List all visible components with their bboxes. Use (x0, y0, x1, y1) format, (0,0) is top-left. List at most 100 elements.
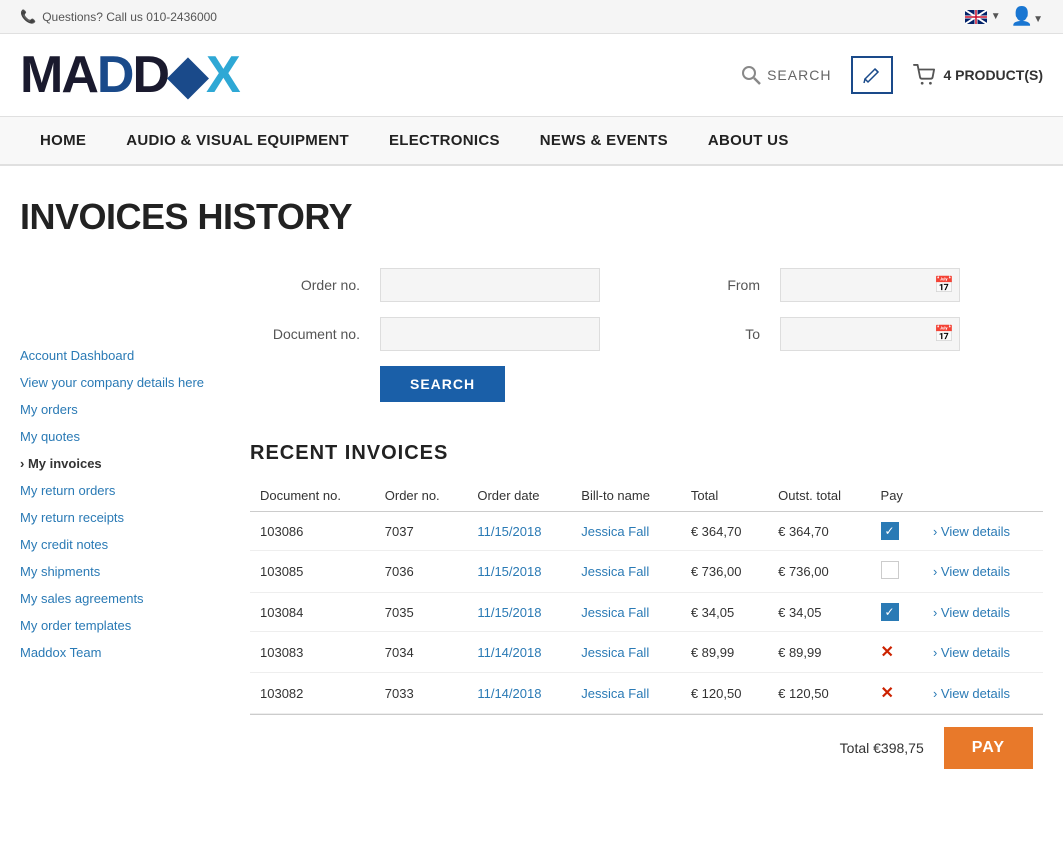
sidebar-item-company-details[interactable]: View your company details here (20, 375, 220, 390)
main-area: Order no. From 📅 Document no. To 📅 (250, 268, 1043, 781)
sidebar-item-account-dashboard[interactable]: Account Dashboard (20, 348, 220, 363)
cell-outst-total: € 89,99 (768, 632, 870, 673)
top-bar-left: 📞 Questions? Call us 010-2436000 (20, 9, 217, 25)
table-row: 103083 7034 11/14/2018 Jessica Fall € 89… (250, 632, 1043, 673)
cell-doc-no: 103084 (250, 593, 375, 632)
cell-total: € 89,99 (681, 632, 768, 673)
main-nav: HOME AUDIO & VISUAL EQUIPMENT ELECTRONIC… (0, 117, 1063, 166)
cell-total: € 736,00 (681, 551, 768, 593)
user-icon[interactable]: 👤▼ (1011, 6, 1043, 27)
sidebar-item-my-order-templates[interactable]: My order templates (20, 618, 220, 633)
cell-order-no: 7033 (375, 673, 468, 714)
sidebar-item-maddox-team[interactable]: Maddox Team (20, 645, 220, 660)
cell-view-link[interactable]: › View details (923, 593, 1043, 632)
cart-icon (913, 64, 935, 86)
search-label: SEARCH (767, 67, 831, 83)
to-calendar-icon[interactable]: 📅 (934, 324, 954, 344)
invoices-table-body: 103086 7037 11/15/2018 Jessica Fall € 36… (250, 512, 1043, 714)
view-details-link[interactable]: › View details (933, 524, 1010, 539)
cell-order-date: 11/14/2018 (467, 632, 571, 673)
to-label: To (650, 326, 760, 342)
document-no-label: Document no. (250, 326, 360, 342)
total-row: Total €398,75 PAY (250, 714, 1043, 781)
sidebar-item-my-sales-agreements[interactable]: My sales agreements (20, 591, 220, 606)
content-layout: Account Dashboard View your company deta… (20, 268, 1043, 781)
cell-doc-no: 103083 (250, 632, 375, 673)
cell-pay-status: ✕ (871, 673, 923, 714)
search-icon (741, 65, 761, 85)
col-actions (923, 480, 1043, 512)
cell-doc-no: 103085 (250, 551, 375, 593)
search-button[interactable]: SEARCH (380, 366, 505, 402)
col-doc-no: Document no. (250, 480, 375, 512)
order-no-label: Order no. (250, 277, 360, 293)
phone-icon: 📞 (20, 9, 36, 25)
cell-pay-status: ✓ (871, 593, 923, 632)
phone-label: Questions? Call us 010-2436000 (42, 10, 217, 24)
total-label: Total €398,75 (840, 740, 924, 756)
nav-item-home[interactable]: HOME (20, 117, 106, 164)
cell-order-date: 11/14/2018 (467, 673, 571, 714)
logo-text: MADD◆X (20, 49, 239, 101)
edit-icon (863, 66, 881, 84)
from-calendar-icon[interactable]: 📅 (934, 275, 954, 295)
view-details-link[interactable]: › View details (933, 605, 1010, 620)
cell-view-link[interactable]: › View details (923, 512, 1043, 551)
cell-order-date: 11/15/2018 (467, 512, 571, 551)
sidebar-item-my-invoices[interactable]: My invoices (20, 456, 220, 471)
pay-x-icon: ✕ (881, 644, 894, 661)
header-right: SEARCH 4 PRODUCT(S) (741, 56, 1043, 94)
sidebar-item-my-credit-notes[interactable]: My credit notes (20, 537, 220, 552)
cell-order-no: 7037 (375, 512, 468, 551)
cell-order-date: 11/15/2018 (467, 551, 571, 593)
pay-button[interactable]: PAY (944, 727, 1033, 769)
view-details-link[interactable]: › View details (933, 645, 1010, 660)
pay-checked-icon: ✓ (881, 522, 899, 540)
view-details-link[interactable]: › View details (933, 564, 1010, 579)
from-date-input[interactable] (780, 268, 960, 302)
col-outst-total: Outst. total (768, 480, 870, 512)
edit-button[interactable] (851, 56, 893, 94)
col-order-date: Order date (467, 480, 571, 512)
cell-bill-to: Jessica Fall (571, 593, 681, 632)
nav-item-audio-visual[interactable]: AUDIO & VISUAL EQUIPMENT (106, 117, 369, 164)
from-label: From (650, 277, 760, 293)
sidebar-item-my-quotes[interactable]: My quotes (20, 429, 220, 444)
filter-row-order: Order no. From 📅 (250, 268, 1043, 302)
pay-checked-icon: ✓ (881, 603, 899, 621)
flag-svg (965, 10, 987, 24)
to-date-input[interactable] (780, 317, 960, 351)
sidebar-item-my-shipments[interactable]: My shipments (20, 564, 220, 579)
header: MADD◆X SEARCH 4 PRODUCT(S) (0, 34, 1063, 117)
nav-item-electronics[interactable]: ELECTRONICS (369, 117, 520, 164)
cell-bill-to: Jessica Fall (571, 673, 681, 714)
nav-item-news-events[interactable]: NEWS & EVENTS (520, 117, 688, 164)
page-title: INVOICES HISTORY (20, 196, 1043, 238)
pay-x-icon: ✕ (881, 685, 894, 702)
cell-bill-to: Jessica Fall (571, 551, 681, 593)
col-bill-to: Bill-to name (571, 480, 681, 512)
col-pay: Pay (871, 480, 923, 512)
logo[interactable]: MADD◆X (20, 49, 239, 101)
cell-pay-status (871, 551, 923, 593)
cell-view-link[interactable]: › View details (923, 551, 1043, 593)
cell-view-link[interactable]: › View details (923, 673, 1043, 714)
cell-total: € 120,50 (681, 673, 768, 714)
view-details-link[interactable]: › View details (933, 686, 1010, 701)
cell-doc-no: 103082 (250, 673, 375, 714)
order-no-input[interactable] (380, 268, 600, 302)
cell-outst-total: € 364,70 (768, 512, 870, 551)
document-no-input[interactable] (380, 317, 600, 351)
filter-row-document: Document no. To 📅 (250, 317, 1043, 351)
cart-area[interactable]: 4 PRODUCT(S) (913, 64, 1043, 86)
search-area[interactable]: SEARCH (741, 65, 831, 85)
sidebar-item-my-orders[interactable]: My orders (20, 402, 220, 417)
cell-order-no: 7036 (375, 551, 468, 593)
page-content: INVOICES HISTORY Account Dashboard View … (0, 166, 1063, 811)
sidebar-item-my-return-receipts[interactable]: My return receipts (20, 510, 220, 525)
nav-item-about-us[interactable]: ABOUT US (688, 117, 809, 164)
flag-icon[interactable]: ▼ (965, 10, 1001, 24)
sidebar-item-my-return-orders[interactable]: My return orders (20, 483, 220, 498)
cell-view-link[interactable]: › View details (923, 632, 1043, 673)
cell-outst-total: € 34,05 (768, 593, 870, 632)
